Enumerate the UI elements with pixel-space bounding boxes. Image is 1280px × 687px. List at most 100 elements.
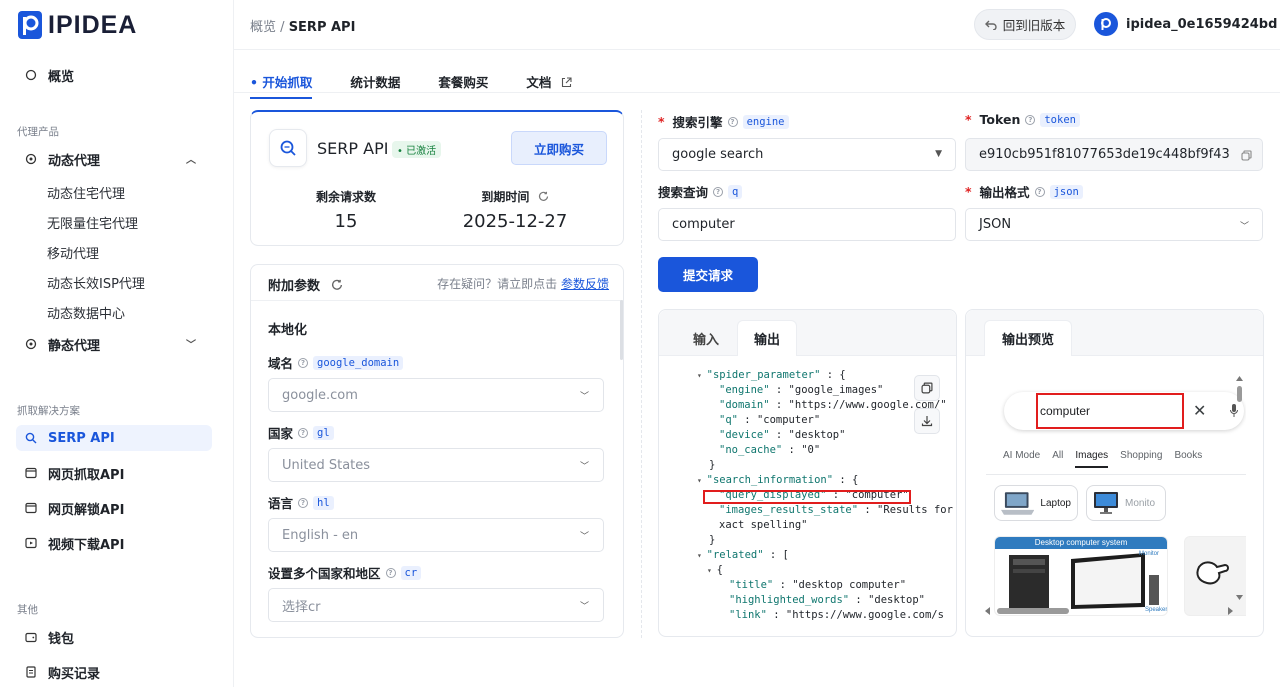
tab-output-preview[interactable]: 输出预览 — [984, 320, 1072, 356]
required-mark: * — [965, 112, 972, 127]
domain-select[interactable]: google.com ﹀ — [268, 378, 604, 412]
help-circle-icon[interactable]: ? — [1034, 186, 1045, 197]
sidebar-item-serp-api[interactable]: SERP API — [16, 425, 212, 451]
tab-docs[interactable]: 文档 — [526, 70, 572, 99]
sidebar-sub-unlimited[interactable]: 无限量住宅代理 — [47, 211, 138, 233]
json-value: "desktop" — [788, 429, 846, 441]
multi-country-select[interactable]: 选择cr ﹀ — [268, 588, 604, 622]
json-value: } — [709, 534, 716, 546]
column-divider — [641, 110, 642, 638]
language-label: 语言 ? hl — [268, 493, 334, 512]
params-header: 附加参数 存在疑问？请立即点击 参数反馈 — [251, 265, 623, 301]
submit-request-button[interactable]: 提交请求 — [658, 257, 758, 292]
country-select[interactable]: United States ﹀ — [268, 448, 604, 482]
json-separator: : — [769, 399, 789, 411]
required-mark: * — [965, 184, 972, 199]
google-preview[interactable]: computer ✕ AI Mode All Images Shopping B… — [986, 370, 1246, 618]
domain-label: 域名 ? google_domain — [268, 353, 404, 372]
sidebar-sub-isp[interactable]: 动态长效ISP代理 — [47, 271, 145, 293]
help-circle-icon[interactable]: ? — [385, 567, 396, 578]
query-input[interactable]: computer — [658, 208, 956, 241]
param-tag: token — [1040, 112, 1080, 127]
search-icon — [24, 431, 38, 445]
json-key: "highlighted_words" — [729, 594, 850, 606]
top-bar: 概览 / SERP API 回到旧版本 ipidea_0e1659424bd ﹀ — [234, 0, 1280, 50]
help-circle-icon[interactable]: ? — [727, 116, 738, 127]
refresh-icon[interactable] — [331, 279, 343, 291]
sidebar-item-wallet[interactable]: 钱包 — [16, 624, 212, 650]
language-select[interactable]: English - en ﹀ — [268, 518, 604, 552]
tab-output[interactable]: 输出 — [737, 320, 797, 356]
select-value: google search — [672, 147, 764, 162]
browser-icon — [24, 501, 38, 515]
sidebar-item-web-scraper-api[interactable]: 网页抓取API — [16, 460, 212, 486]
preview-vertical-scrollbar[interactable] — [1236, 376, 1243, 600]
highlight-box — [703, 490, 911, 504]
sidebar-item-label: 钱包 — [48, 631, 75, 647]
format-select[interactable]: JSON ﹀ — [965, 208, 1263, 241]
image-result-desktop: Desktop computer system Monitor Speaker — [994, 536, 1168, 616]
json-separator: : — [782, 444, 802, 456]
collapse-toggle-icon[interactable]: ▾ — [697, 551, 707, 560]
sidebar-item-web-unlocker-api[interactable]: 网页解锁API — [16, 495, 212, 521]
help-circle-icon[interactable]: ? — [298, 427, 309, 438]
breadcrumb: 概览 / SERP API — [250, 16, 355, 35]
copy-icon[interactable] — [1241, 150, 1252, 161]
logo[interactable]: IPIDEA — [18, 10, 137, 40]
chevron-up-icon: ︿ — [186, 155, 196, 166]
sidebar-item-purchase-history[interactable]: 购买记录 — [16, 659, 212, 685]
localization-heading: 本地化 — [268, 323, 308, 338]
sidebar-sub-residential[interactable]: 动态住宅代理 — [47, 181, 125, 203]
collapse-toggle-icon[interactable]: ▾ — [697, 371, 707, 380]
params-scrollbar[interactable] — [620, 300, 623, 360]
params-help: 存在疑问？请立即点击 参数反馈 — [437, 275, 609, 292]
feedback-link[interactable]: 参数反馈 — [561, 277, 609, 291]
sidebar-item-video-download-api[interactable]: 视频下载API — [16, 530, 212, 556]
breadcrumb-root[interactable]: 概览 — [250, 20, 276, 35]
token-field[interactable]: e910cb951f81077653de19c448bf9f43 — [965, 138, 1263, 171]
expiry-label: 到期时间 — [481, 190, 530, 204]
json-key: "no_cache" — [719, 444, 783, 456]
collapse-toggle-icon[interactable]: ▾ — [707, 566, 717, 575]
sidebar-item-dynamic-proxy[interactable]: 动态代理 ︿ — [16, 146, 212, 172]
status-text: 已激活 — [406, 146, 437, 157]
sidebar-group-other: 其他 — [17, 604, 38, 616]
json-value: "https://www.google.com/s — [785, 609, 944, 621]
download-output-button[interactable] — [914, 408, 940, 434]
brand-name: IPIDEA — [48, 10, 138, 39]
preview-horizontal-scrollbar[interactable] — [985, 607, 1233, 615]
engine-select[interactable]: google search ▼ — [658, 138, 956, 171]
sidebar-item-overview[interactable]: 概览 — [16, 62, 212, 88]
collapse-toggle-icon[interactable]: ▾ — [697, 476, 707, 485]
copy-output-button[interactable] — [914, 375, 940, 401]
remaining-requests-value: 15 — [334, 211, 358, 232]
chevron-down-icon: ﹀ — [186, 340, 196, 351]
sidebar-item-static-proxy[interactable]: 静态代理 ﹀ — [16, 331, 212, 357]
select-value: google.com — [282, 387, 358, 403]
user-menu[interactable]: ipidea_0e1659424bd ﹀ — [1094, 12, 1280, 36]
help-circle-icon[interactable]: ? — [1025, 114, 1036, 125]
help-circle-icon[interactable]: ? — [713, 186, 724, 197]
chevron-down-icon: ﹀ — [579, 392, 589, 402]
tab-input[interactable]: 输入 — [673, 320, 739, 356]
tab-start-scraping[interactable]: • 开始抓取 — [250, 70, 313, 99]
expiry-value: 2025-12-27 — [462, 211, 568, 232]
proxy-icon — [24, 152, 38, 166]
old-version-button[interactable]: 回到旧版本 — [974, 9, 1076, 40]
tab-statistics[interactable]: 统计数据 — [350, 70, 400, 99]
json-separator: : — [769, 384, 789, 396]
json-separator: : — [766, 609, 786, 621]
sidebar-sub-mobile[interactable]: 移动代理 — [47, 241, 99, 263]
json-key: "related" — [706, 549, 764, 561]
tab-package-purchase[interactable]: 套餐购买 — [438, 70, 488, 99]
help-circle-icon[interactable]: ? — [298, 497, 309, 508]
required-mark: * — [658, 114, 665, 129]
sidebar-sub-datacenter[interactable]: 动态数据中心 — [47, 301, 125, 323]
buy-now-button[interactable]: 立即购买 — [511, 131, 607, 165]
field-label: 搜索查询 — [658, 185, 709, 200]
json-separator: : — [769, 429, 789, 441]
help-circle-icon[interactable]: ? — [298, 357, 309, 368]
wallet-icon — [24, 630, 38, 644]
refresh-icon[interactable] — [538, 191, 549, 202]
sidebar-item-label: 视频下载API — [48, 537, 125, 553]
